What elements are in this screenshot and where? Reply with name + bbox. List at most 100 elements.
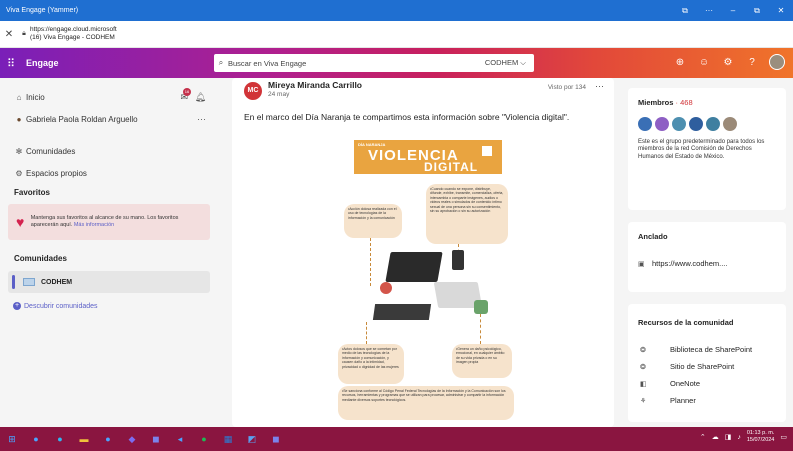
search-icon: ⌕ <box>218 58 224 67</box>
user-avatar[interactable] <box>769 54 785 70</box>
resource-sharepoint-site[interactable]: ❂ Sitio de SharePoint <box>628 358 786 375</box>
edge-icon[interactable]: ● <box>48 434 72 444</box>
pinned-link[interactable]: ▣ https://www.codhem.... <box>628 241 786 268</box>
pinned-title: Anclado <box>638 232 668 241</box>
resource-sharepoint-library[interactable]: ❂ Biblioteca de SharePoint <box>628 341 786 358</box>
restore-button[interactable]: ⧉ <box>745 6 769 16</box>
network-icon[interactable]: ◨ <box>725 433 732 441</box>
favoritos-title: Favoritos <box>14 188 51 197</box>
window-title: Viva Engage (Yammer) <box>6 7 79 14</box>
resource-onenote[interactable]: ◧ OneNote <box>628 375 786 392</box>
browser-icon[interactable]: ● <box>96 434 120 444</box>
word-icon[interactable]: ▦ <box>216 434 240 445</box>
member-avatar[interactable] <box>655 117 669 131</box>
infographic-bubble-1: •Acción dolosa realizada con el uso de t… <box>344 204 402 238</box>
clock[interactable]: 01:13 p. m. 15/07/2024 <box>747 430 775 444</box>
clock-date: 15/07/2024 <box>746 437 775 443</box>
resources-panel: Recursos de la comunidad ❂ Biblioteca de… <box>628 304 786 422</box>
brand-name[interactable]: Engage <box>26 58 206 68</box>
members-avatars <box>628 107 786 131</box>
member-avatar[interactable] <box>706 117 720 131</box>
resource-planner[interactable]: ⚘ Planner <box>628 392 786 409</box>
sharepoint-icon: ❂ <box>640 363 646 371</box>
smiley-icon[interactable]: ☺ <box>697 57 711 68</box>
globe-icon[interactable]: ⊕ <box>673 57 687 68</box>
nav-espacios[interactable]: ⚙ Espacios propios <box>0 162 218 184</box>
infographic-flag-icon <box>482 146 492 156</box>
favoritos-link[interactable]: Más información <box>74 222 114 228</box>
windows-taskbar: ⊞ ● ● ▬ ● ◆ ◼ ◂ ● ▦ ◩ ◼ ⌃ ☁ ◨ ♪ 01:13 p.… <box>0 427 793 451</box>
post-text: En el marco del Día Naranja te compartim… <box>244 112 570 122</box>
more-icon[interactable]: ··· <box>697 6 721 15</box>
close-tab-icon[interactable]: ✕ <box>0 29 18 40</box>
spotify-icon[interactable]: ● <box>192 434 216 444</box>
post-more-icon[interactable]: ··· <box>595 81 604 91</box>
address-bar: ✕ 🔒︎ https://engage.cloud.microsoft (16)… <box>0 21 793 48</box>
notification-badge: 16 <box>183 88 191 96</box>
resource-label: Sitio de SharePoint <box>670 362 735 371</box>
infographic-connector-3 <box>366 322 367 344</box>
search-taskbar-icon[interactable]: ● <box>24 434 48 444</box>
infographic-bubble-2: •Cuando cuando se expone, distribuye, di… <box>426 184 508 244</box>
comunidades-title: Comunidades <box>14 254 67 263</box>
teams-icon[interactable]: ◼ <box>144 434 168 445</box>
discover-communities-link[interactable]: + Descubrir comunidades <box>0 297 218 315</box>
selected-indicator <box>12 275 15 289</box>
nav-user[interactable]: ● Gabriela Paola Roldan Arguello ··· <box>0 108 218 130</box>
members-count: · 468 <box>675 98 693 107</box>
minimize-button[interactable]: – <box>721 6 745 15</box>
pinned-panel: Anclado ▣ https://www.codhem.... <box>628 222 786 292</box>
post-date[interactable]: 24 may <box>268 91 289 98</box>
volume-icon[interactable]: ♪ <box>737 434 741 441</box>
help-icon[interactable]: ? <box>745 57 759 68</box>
infographic-image[interactable]: DÍA NARANJA VIOLENCIA DIGITAL •Acción do… <box>330 132 520 426</box>
infographic-bubble-4: •Genera un daño psicológico, emocional, … <box>452 344 512 378</box>
extension-icon[interactable]: ⧉ <box>673 6 697 16</box>
url-display[interactable]: https://engage.cloud.microsoft (16) Viva… <box>30 26 117 42</box>
members-title[interactable]: Miembros <box>638 98 673 107</box>
user-name: Gabriela Paola Roldan Arguello <box>26 114 138 124</box>
pinned-link-text: https://www.codhem.... <box>652 259 728 268</box>
windows-start-icon[interactable]: ⊞ <box>0 434 24 445</box>
community-logo <box>23 278 35 286</box>
teams-work-icon[interactable]: ◼ <box>264 434 288 445</box>
resource-label: Biblioteca de SharePoint <box>670 345 753 354</box>
communities-icon: ✻ <box>15 146 23 156</box>
seen-by[interactable]: Visto por 134 <box>548 84 586 91</box>
link-icon: ▣ <box>638 260 645 268</box>
search-box[interactable]: ⌕ Buscar en Viva Engage CODHEM ⌵ <box>214 54 534 72</box>
user-more-icon[interactable]: ··· <box>197 114 206 124</box>
close-button[interactable]: ✕ <box>769 6 793 15</box>
author-avatar[interactable]: MC <box>244 82 262 100</box>
lock-icon[interactable]: 🔒︎ <box>18 30 30 38</box>
post-author[interactable]: Mireya Miranda Carrillo <box>268 80 362 90</box>
heart-icon: ♥ <box>16 214 25 230</box>
system-tray: ⌃ ☁ ◨ ♪ 01:13 p. m. 15/07/2024 ▭ <box>700 430 787 444</box>
bell-icon[interactable]: 🔔︎ <box>195 92 206 103</box>
onedrive-icon[interactable]: ☁ <box>712 433 719 441</box>
search-scope-dropdown[interactable]: CODHEM ⌵ <box>485 58 526 68</box>
photos-icon[interactable]: ◩ <box>240 434 264 445</box>
nav-comunidades[interactable]: ✻ Comunidades <box>0 140 218 162</box>
app-launcher-icon[interactable]: ⠿ <box>0 57 22 70</box>
nav-espacios-label: Espacios propios <box>26 168 87 178</box>
file-explorer-icon[interactable]: ▬ <box>72 434 96 444</box>
app-icon[interactable]: ◂ <box>168 434 192 445</box>
member-avatar[interactable] <box>672 117 686 131</box>
member-avatar[interactable] <box>689 117 703 131</box>
plant-illustration <box>474 300 488 314</box>
community-item-codhem[interactable]: CODHEM <box>8 271 210 293</box>
gear-icon[interactable]: ⚙ <box>721 57 735 68</box>
member-avatar[interactable] <box>638 117 652 131</box>
url-text: https://engage.cloud.microsoft <box>30 26 117 33</box>
infographic-connector-1 <box>370 238 371 286</box>
chevron-up-icon[interactable]: ⌃ <box>700 433 706 441</box>
member-avatar[interactable] <box>723 117 737 131</box>
search-input[interactable]: Buscar en Viva Engage <box>228 59 485 68</box>
notification-icon[interactable]: ▭ <box>780 433 787 441</box>
community-name: CODHEM <box>41 278 73 286</box>
cup-illustration <box>380 282 392 294</box>
members-panel: Miembros · 468 Este es el grupo predeter… <box>628 88 786 210</box>
viva-icon[interactable]: ◆ <box>120 434 144 445</box>
nav-inicio[interactable]: ⌂ Inicio ✉ 16 🔔︎ <box>0 86 218 108</box>
